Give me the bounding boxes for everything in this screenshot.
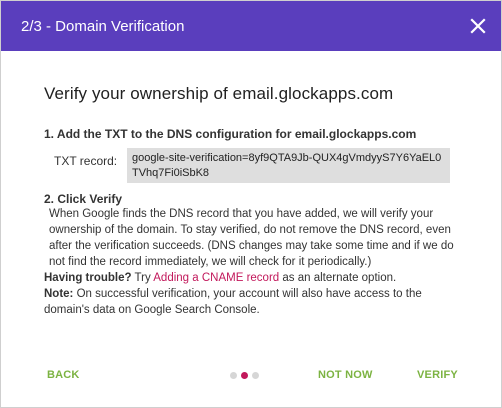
txt-record-value[interactable]: google-site-verification=8yf9QTA9Jb-QUX4… (127, 148, 450, 183)
back-button[interactable]: BACK (47, 369, 80, 381)
dialog-content: Verify your ownership of email.glockapps… (1, 84, 501, 318)
having-trouble-label: Having trouble? (44, 272, 132, 284)
dialog-footer: BACK NOT NOW VERIFY (1, 365, 501, 385)
progress-dot-3 (252, 371, 259, 379)
progress-dot-2 (241, 371, 248, 379)
cname-record-link[interactable]: Adding a CNAME record (153, 272, 279, 284)
verify-button[interactable]: VERIFY (417, 369, 458, 381)
step1-title: 1. Add the TXT to the DNS configuration … (44, 127, 417, 141)
progress-dots (230, 371, 259, 379)
note-label: Note: (44, 288, 74, 300)
step2-description: When Google finds the DNS record that yo… (49, 208, 454, 268)
dialog-title: 2/3 - Domain Verification (21, 17, 185, 35)
close-icon[interactable] (467, 15, 489, 37)
progress-dot-1 (230, 371, 237, 379)
step2-title: 2. Click Verify (44, 192, 123, 206)
note-text: On successful verification, your account… (44, 288, 422, 316)
having-trouble-line: Having trouble? Try Adding a CNAME recor… (44, 270, 459, 286)
txt-record-label: TXT record: (54, 154, 118, 168)
txt-record-row: TXT record: google-site-verification=8yf… (44, 148, 459, 183)
verify-heading: Verify your ownership of email.glockapps… (44, 84, 394, 103)
dialog-header: 2/3 - Domain Verification (1, 1, 501, 51)
not-now-button[interactable]: NOT NOW (318, 369, 373, 381)
note-line: Note: On successful verification, your a… (44, 286, 459, 318)
domain-verification-dialog: 2/3 - Domain Verification Verify your ow… (0, 0, 502, 408)
having-trouble-suffix: as an alternate option. (279, 272, 397, 284)
having-trouble-prefix: Try (131, 272, 154, 284)
